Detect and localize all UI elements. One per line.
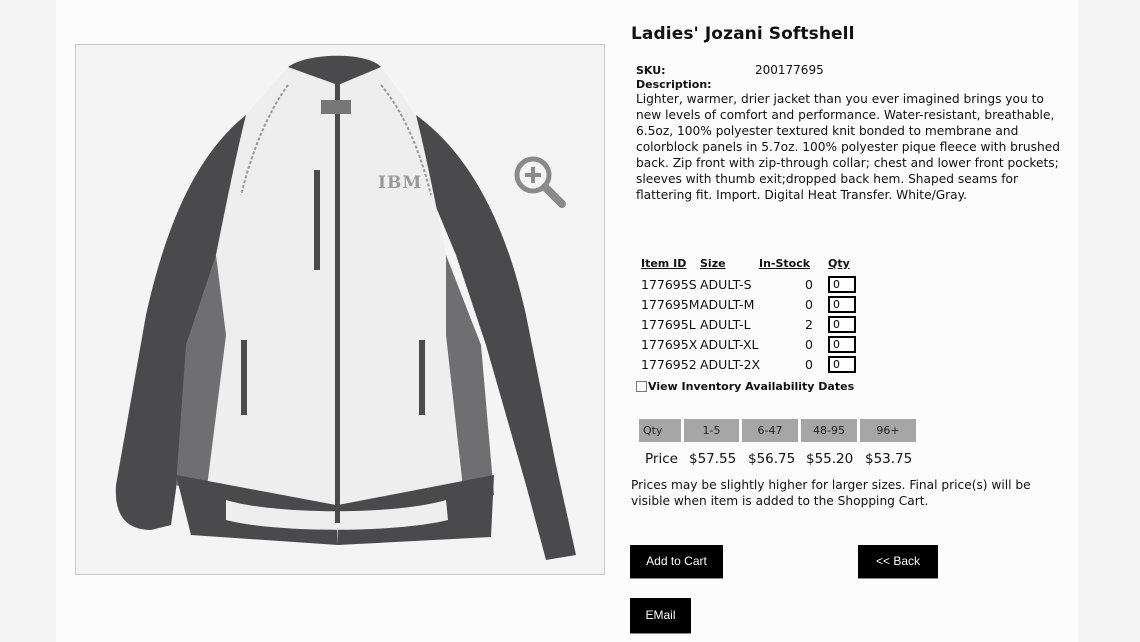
product-image-frame[interactable]: IBM [75,44,605,575]
email-button[interactable]: EMail [630,598,691,634]
qty-input[interactable] [828,296,856,313]
qty-input[interactable] [828,356,856,373]
in-stock: 2 [805,317,813,332]
product-title: Ladies' Jozani Softshell [631,24,855,44]
tier-3: 48-95 [801,419,857,442]
in-stock: 0 [805,337,813,352]
tier-4: 96+ [860,419,916,442]
in-stock: 0 [805,357,813,372]
back-button[interactable]: << Back [858,545,938,579]
size: ADULT-XL [700,337,759,352]
item-id: 177695L [641,317,696,332]
description-label: Description: [636,78,712,91]
item-id: 177695S [641,277,697,292]
price-tier-3: $55.20 [806,451,854,467]
size: ADULT-2X [700,357,761,372]
price-tier-2: $56.75 [748,451,796,467]
qty-input[interactable] [828,316,856,333]
price-label: Price [645,451,678,467]
availability-toggle[interactable]: View Inventory Availability Dates [636,380,854,393]
price-note: Prices may be slightly higher for larger… [631,478,1031,508]
size: ADULT-L [700,317,751,332]
qty-input[interactable] [828,276,856,293]
tier-1: 1-5 [684,419,739,442]
header-in-stock: In-Stock [759,257,811,270]
availability-checkbox[interactable] [636,381,647,392]
header-qty: Qty [828,257,850,270]
item-id: 177695M [641,297,700,312]
qty-input[interactable] [828,336,856,353]
sku-value: 200177695 [755,63,824,77]
sku-label: SKU: [636,64,666,77]
zoom-in-icon[interactable] [512,154,568,210]
chest-logo: IBM [378,173,423,193]
header-size: Size [700,257,726,270]
item-id: 177695X [641,337,698,352]
tier-2: 6-47 [742,419,798,442]
header-item-id: Item ID [641,257,687,270]
price-tier-4: $53.75 [865,451,913,467]
jacket-image [115,55,576,560]
item-id: 1776952 [641,357,697,372]
add-to-cart-button[interactable]: Add to Cart [630,545,723,579]
size: ADULT-S [700,277,752,292]
size: ADULT-M [700,297,755,312]
product-description: Lighter, warmer, drier jacket than you e… [636,92,1060,202]
tier-qty-label: Qty [639,419,681,442]
in-stock: 0 [805,277,813,292]
in-stock: 0 [805,297,813,312]
price-tier-1: $57.55 [689,451,737,467]
availability-label: View Inventory Availability Dates [648,380,855,393]
